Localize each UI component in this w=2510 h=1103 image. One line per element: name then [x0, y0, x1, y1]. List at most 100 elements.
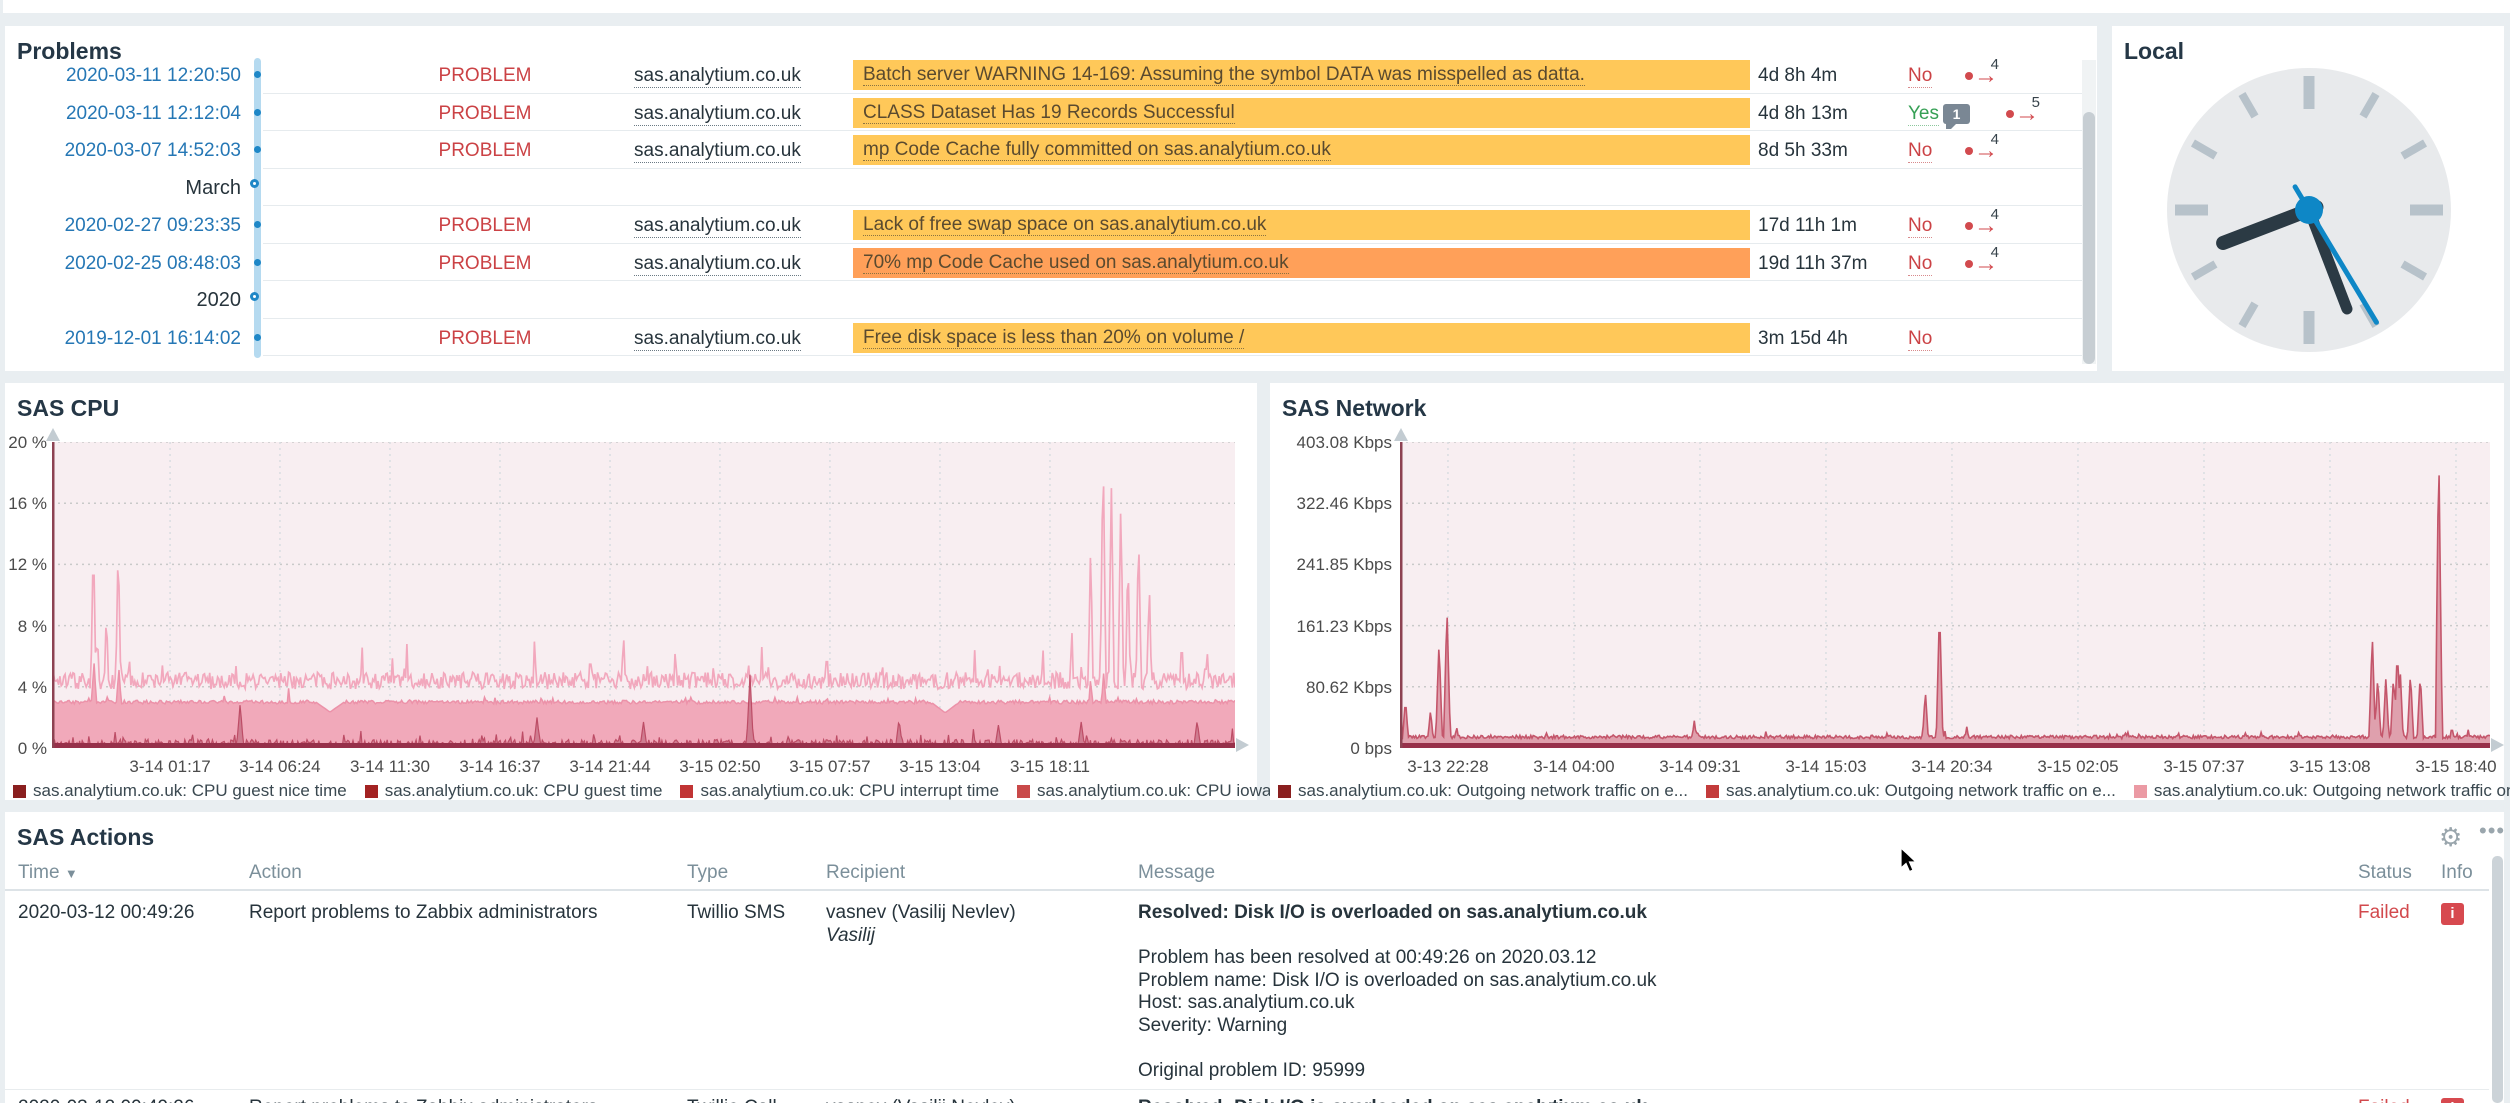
analog-clock	[2112, 38, 2504, 371]
y-axis-label: 4 %	[5, 678, 47, 698]
problem-status: PROBLEM	[415, 65, 555, 87]
problem-message[interactable]: Lack of free swap space on sas.analytium…	[853, 210, 1750, 240]
info-icon[interactable]: i	[2441, 1098, 2464, 1103]
cpu-plot-area[interactable]	[52, 442, 1235, 748]
cpu-chart-widget: SAS CPU 20 %16 %12 %8 %4 %0 %3-14 01:173…	[5, 383, 1257, 800]
timeline-dot-icon	[254, 109, 261, 116]
action-arrow-icon[interactable]: →4	[1965, 257, 1998, 271]
problem-message[interactable]: CLASS Dataset Has 19 Records Successful	[853, 98, 1750, 128]
problem-host-link[interactable]: sas.analytium.co.uk	[634, 65, 801, 88]
action-message: Resolved: Disk I/O is overloaded on sas.…	[1138, 902, 1657, 1082]
chart-legend: sas.analytium.co.uk: CPU guest nice time…	[13, 781, 1335, 801]
column-header-info: Info	[2441, 862, 2473, 884]
problem-time-link[interactable]: 2020-02-27 09:23:35	[5, 215, 241, 237]
legend-entry: sas.analytium.co.uk: Outgoing network tr…	[1706, 781, 2116, 801]
info-icon[interactable]: i	[2441, 903, 2464, 925]
action-time: 2020-03-12 00:49:26	[18, 1097, 194, 1103]
problem-status: PROBLEM	[415, 215, 555, 237]
x-axis-label: 3-15 02:50	[679, 757, 760, 777]
x-axis-arrow-icon	[1236, 738, 1249, 752]
action-name: Report problems to Zabbix administrators	[249, 902, 597, 925]
action-message: Resolved: Disk I/O is overloaded on sas.…	[1138, 1097, 1647, 1103]
action-count: 4	[1991, 56, 1999, 73]
legend-swatch	[13, 785, 26, 798]
problems-scrollbar-thumb[interactable]	[2083, 112, 2095, 364]
x-axis-label: 3-15 13:04	[899, 757, 980, 777]
x-axis-label: 3-14 04:00	[1533, 757, 1614, 777]
y-axis-label: 20 %	[5, 433, 47, 453]
problem-host-link[interactable]: sas.analytium.co.uk	[634, 215, 801, 238]
problem-message-text: Free disk space is less than 20% on volu…	[863, 327, 1244, 349]
problem-duration: 4d 8h 4m	[1758, 65, 1837, 87]
problem-message[interactable]: mp Code Cache fully committed on sas.ana…	[853, 135, 1750, 165]
problems-row: 2020-03-11 12:20:50 PROBLEM sas.analytium.…	[5, 56, 2097, 94]
problem-time-link[interactable]: 2019-12-01 16:14:02	[5, 328, 241, 350]
column-header-action: Action	[249, 862, 302, 884]
chart-legend: sas.analytium.co.uk: Outgoing network tr…	[1278, 781, 2510, 801]
timeline-dot-icon	[254, 71, 261, 78]
action-dot-icon	[1965, 222, 1973, 230]
legend-swatch	[680, 785, 693, 798]
action-arrow-icon[interactable]: →5	[2006, 107, 2039, 121]
ellipsis-menu-icon[interactable]: •••	[2479, 818, 2504, 844]
problem-host-link[interactable]: sas.analytium.co.uk	[634, 140, 801, 163]
action-arrow-icon[interactable]: →4	[1965, 144, 1998, 158]
problem-status: PROBLEM	[415, 103, 555, 125]
y-axis-arrow-icon	[1394, 428, 1408, 441]
y-axis-label: 0 %	[5, 739, 47, 759]
problem-host-link[interactable]: sas.analytium.co.uk	[634, 103, 801, 126]
legend-label: sas.analytium.co.uk: Outgoing network tr…	[2154, 781, 2510, 801]
problem-ack-link[interactable]: No	[1908, 328, 1932, 351]
sort-desc-icon: ▼	[65, 866, 78, 881]
x-axis-label: 3-15 13:08	[2289, 757, 2370, 777]
action-arrow-icon[interactable]: →4	[1965, 69, 1998, 83]
timeline-marker-icon	[250, 292, 259, 301]
adjacent-widget-edge	[3, 0, 2510, 13]
y-axis-label: 0 bps	[1270, 739, 1392, 759]
problem-actions[interactable]: 1 →5	[1943, 100, 2039, 128]
problem-actions[interactable]: →4	[1943, 212, 1998, 240]
action-type: Twillio Call	[687, 1097, 777, 1103]
problem-host-link[interactable]: sas.analytium.co.uk	[634, 328, 801, 351]
problem-message[interactable]: Batch server WARNING 14-169: Assuming th…	[853, 60, 1750, 90]
problem-time-link[interactable]: 2020-03-11 12:12:04	[5, 103, 241, 125]
column-header-time[interactable]: Time ▼	[18, 862, 78, 884]
legend-label: sas.analytium.co.uk: Outgoing network tr…	[1726, 781, 2116, 801]
problem-time-link[interactable]: 2020-02-25 08:48:03	[5, 253, 241, 275]
problems-row: 2020-02-25 08:48:03PROBLEMsas.analytium.…	[5, 244, 2097, 282]
action-name: Report problems to Zabbix administrators	[249, 1097, 597, 1103]
x-axis-label: 3-14 09:31	[1659, 757, 1740, 777]
y-axis-label: 403.08 Kbps	[1270, 433, 1392, 453]
problems-row: 2019-12-01 16:14:02PROBLEMsas.analytium.…	[5, 319, 2097, 357]
action-count: 5	[2032, 94, 2040, 111]
problem-ack-link[interactable]: No	[1908, 253, 1932, 276]
action-arrow-icon[interactable]: →4	[1965, 219, 1998, 233]
problem-actions[interactable]: →4	[1943, 137, 1998, 165]
problem-actions[interactable]: →4	[1943, 250, 1998, 278]
problem-host-link[interactable]: sas.analytium.co.uk	[634, 253, 801, 276]
timeline-dot-icon	[254, 221, 261, 228]
message-bubble-badge[interactable]: 1	[1943, 104, 1970, 124]
clock-tick-mark	[2304, 311, 2315, 344]
problem-ack-link[interactable]: No	[1908, 65, 1932, 88]
action-status: Failed	[2358, 902, 2410, 925]
problem-message-text: Batch server WARNING 14-169: Assuming th…	[863, 64, 1585, 86]
problem-time-link[interactable]: 2020-03-11 12:20:50	[5, 65, 241, 87]
problem-message[interactable]: 70% mp Code Cache used on sas.analytium.…	[853, 248, 1750, 278]
x-axis-label: 3-13 22:28	[1407, 757, 1488, 777]
problem-ack-link[interactable]: No	[1908, 140, 1932, 163]
problem-ack-link[interactable]: No	[1908, 215, 1932, 238]
x-axis-label: 3-14 06:24	[239, 757, 320, 777]
column-header-status: Status	[2358, 862, 2412, 884]
timeline-dot-icon	[254, 334, 261, 341]
row-divider	[263, 355, 2082, 356]
problem-actions[interactable]: →4	[1943, 62, 1998, 90]
legend-entry: sas.analytium.co.uk: CPU guest nice time	[13, 781, 347, 801]
problem-status: PROBLEM	[415, 140, 555, 162]
network-plot-area[interactable]	[1400, 442, 2490, 748]
gear-icon[interactable]: ⚙	[2439, 824, 2465, 850]
problem-ack-link[interactable]: Yes	[1908, 103, 1939, 126]
problem-message[interactable]: Free disk space is less than 20% on volu…	[853, 323, 1750, 353]
actions-scrollbar-thumb[interactable]	[2492, 856, 2503, 1103]
problem-time-link[interactable]: 2020-03-07 14:52:03	[5, 140, 241, 162]
